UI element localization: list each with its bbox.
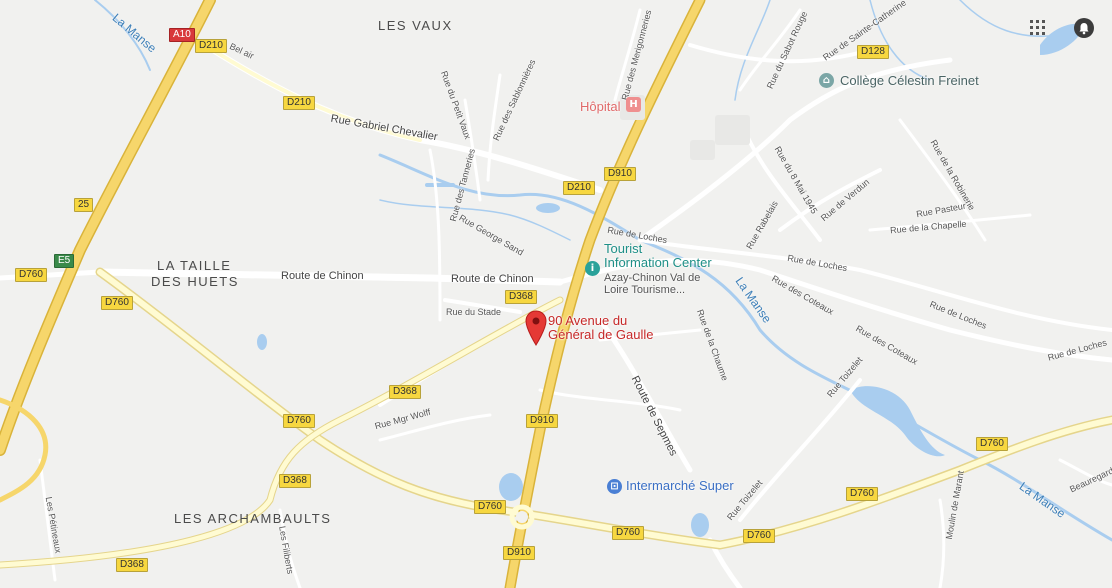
road-shield-d760: D760 <box>101 296 133 310</box>
school-icon[interactable]: ⌂ <box>819 73 834 88</box>
street-label: Rue du Stade <box>446 307 502 317</box>
pin-label-line1[interactable]: 90 Avenue du <box>548 314 627 328</box>
road-shield-a10: A10 <box>169 28 195 42</box>
pin-label-line2[interactable]: Général de Gaulle <box>548 328 654 342</box>
road-shield-d368: D368 <box>116 558 148 572</box>
road-shield-d910: D910 <box>526 414 558 428</box>
road-shield-d910: D910 <box>604 167 636 181</box>
street-label: Route de Chinon <box>281 270 364 282</box>
shopping-cart-icon[interactable]: ⊡ <box>607 479 622 494</box>
road-shield-d760: D760 <box>612 526 644 540</box>
apps-grid-icon[interactable] <box>1030 20 1046 36</box>
road-shield-d760: D760 <box>976 437 1008 451</box>
notification-bell-icon[interactable] <box>1074 18 1094 38</box>
poi-label-tourist-line1[interactable]: Tourist <box>604 242 642 256</box>
river-la-manse-main <box>378 153 1112 542</box>
road-shield-d910: D910 <box>503 546 535 560</box>
area-label-les-vaux: LES VAUX <box>378 18 453 33</box>
pond-south-2 <box>691 513 709 537</box>
pond-small-1 <box>425 183 455 187</box>
main-roads <box>0 0 706 588</box>
area-label-les-archambaults: LES ARCHAMBAULTS <box>174 511 332 526</box>
poi-label-tourist-line2[interactable]: Information Center <box>604 256 712 270</box>
road-shield-d760: D760 <box>15 268 47 282</box>
road-shield-d760: D760 <box>283 414 315 428</box>
road-shield-d210: D210 <box>283 96 315 110</box>
location-pin-icon[interactable] <box>525 310 547 346</box>
hospital-icon[interactable]: H <box>626 97 641 112</box>
road-shield-d210: D210 <box>563 181 595 195</box>
poi-label-hopital[interactable]: Hôpital <box>580 100 620 114</box>
road-shield-d128: D128 <box>857 45 889 59</box>
area-label-des-huets: DES HUETS <box>151 274 239 289</box>
tourist-info-icon[interactable]: i <box>585 261 600 276</box>
street-label: Route de Chinon <box>451 273 534 285</box>
poi-label-college[interactable]: Collège Célestin Freinet <box>840 74 979 88</box>
pond-south-1 <box>499 473 523 501</box>
pond-west <box>257 334 267 350</box>
road-shield-25: 25 <box>74 198 94 212</box>
poi-sublabel-tourist-line1: Azay-Chinon Val de <box>604 272 701 284</box>
road-shield-d368: D368 <box>505 290 537 304</box>
map-base-layer <box>0 0 1112 588</box>
pond-centre <box>536 203 560 213</box>
poi-sublabel-tourist-line2: Loire Tourisme... <box>604 284 686 296</box>
road-shield-d760: D760 <box>474 500 506 514</box>
pond-east <box>850 386 945 457</box>
road-shield-d210: D210 <box>195 39 227 53</box>
road-shield-d760: D760 <box>743 529 775 543</box>
map-canvas[interactable]: LES VAUX LA TAILLE DES HUETS LES ARCHAMB… <box>0 0 1112 588</box>
poi-label-intermarche[interactable]: Intermarché Super <box>626 479 734 493</box>
road-shield-d368: D368 <box>279 474 311 488</box>
area-label-la-taille: LA TAILLE <box>157 258 232 273</box>
road-shield-d368: D368 <box>389 385 421 399</box>
road-shield-e5: E5 <box>54 254 75 268</box>
road-shield-d760: D760 <box>846 487 878 501</box>
